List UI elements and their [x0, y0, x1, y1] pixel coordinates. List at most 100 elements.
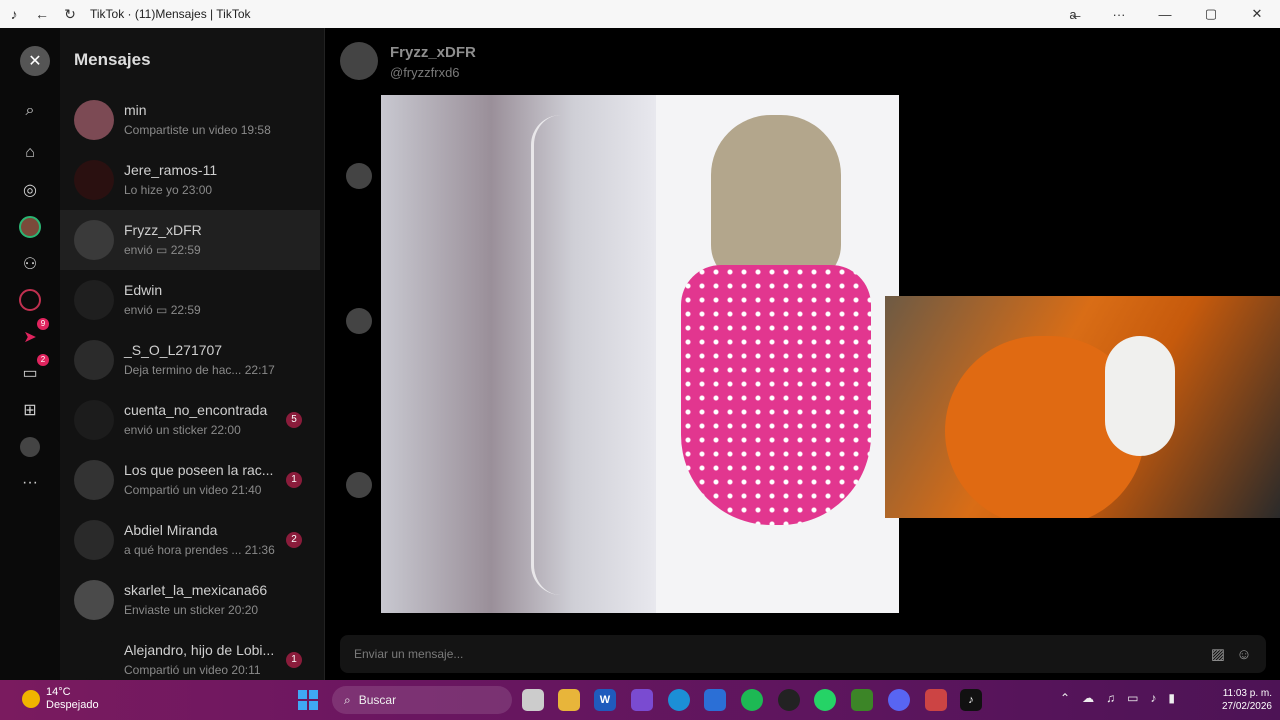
message-input[interactable] [354, 644, 1174, 664]
conversation-preview: Compartió un video 20:11 [124, 663, 261, 677]
conversation-name: _S_O_L271707 [124, 342, 223, 358]
store-icon[interactable] [704, 689, 726, 711]
messages-icon[interactable]: ▭ 2 [15, 354, 49, 388]
conversation-name: cuenta_no_encontrada [124, 402, 268, 418]
start-button[interactable] [298, 690, 318, 710]
avatar [74, 280, 114, 320]
messages-panel: Mensajes min Compartiste un video 19:58 … [60, 28, 325, 680]
browser-app-icon[interactable] [778, 689, 800, 711]
conversation-item[interactable]: Alejandro, hijo de Lobi... Compartió un … [60, 630, 320, 680]
network-icon[interactable]: ▭ [1127, 691, 1138, 705]
weather-status: Despejado [46, 699, 99, 711]
picture-in-picture-video[interactable] [885, 296, 1280, 518]
task-view-icon[interactable] [522, 689, 544, 711]
clock-time: 11:03 p. m. [1222, 688, 1272, 699]
minecraft-icon[interactable] [851, 689, 873, 711]
search-icon: ⌕ [344, 692, 351, 707]
search-icon[interactable]: ⌕ [15, 96, 45, 126]
translate-icon[interactable]: a̶ [1050, 0, 1096, 28]
shared-video[interactable] [381, 95, 899, 613]
conversation-preview: Compartiste un video 19:58 [124, 123, 271, 137]
conversation-preview: envió un sticker 22:00 [124, 423, 241, 437]
more-icon[interactable]: ··· [15, 468, 45, 498]
send-icon: ➤ [23, 329, 37, 346]
conversation-item[interactable]: Edwin envió ▭ 22:59 [60, 270, 320, 330]
more-options-icon[interactable]: ··· [1096, 0, 1142, 28]
image-icon[interactable]: ▨ [1208, 644, 1228, 664]
battery-icon[interactable]: ▮ [1168, 691, 1175, 705]
conversation-preview: envió ▭ 22:59 [124, 243, 201, 257]
conversation-preview: Deja termino de hac... 22:17 [124, 363, 275, 377]
avatar [346, 308, 372, 334]
microphone-icon[interactable]: ♫ [1106, 691, 1115, 705]
tiktok-app: ✕ ⌕ ⌂ ◎ ⚇ ➤ 9 ▭ 2 ⊞ ··· Mensajes min Com… [0, 28, 1280, 680]
explore-icon[interactable]: ◎ [15, 175, 45, 205]
avatar[interactable] [340, 42, 378, 80]
avatar [74, 640, 114, 680]
home-icon[interactable]: ⌂ [15, 138, 45, 168]
window-title: TikTok · (11)Mensajes | TikTok [90, 7, 251, 21]
inbox-icon[interactable]: ➤ 9 [15, 318, 49, 352]
conversation-item[interactable]: min Compartiste un video 19:58 [60, 90, 320, 150]
profile-avatar-icon[interactable] [15, 432, 45, 462]
maximize-button[interactable]: ▢ [1188, 0, 1234, 28]
conversation-item[interactable]: Jere_ramos-11 Lo hize yo 23:00 [60, 150, 320, 210]
pink-dress-image [681, 265, 871, 525]
taskbar-search[interactable]: ⌕ Buscar [332, 686, 512, 714]
edge-icon[interactable] [668, 689, 690, 711]
conversation-item[interactable]: cuenta_no_encontrada envió un sticker 22… [60, 390, 320, 450]
avatar [346, 163, 372, 189]
avatar [74, 460, 114, 500]
temperature: 14°C [46, 686, 71, 698]
conversation-name: Fryzz_xDFR [124, 222, 202, 238]
volume-icon[interactable]: ♪ [1150, 691, 1156, 705]
weather-widget[interactable]: 14°C Despejado [22, 686, 99, 712]
avatar [74, 220, 114, 260]
avatar [74, 520, 114, 560]
conversation-name: Los que poseen la rac... [124, 462, 274, 478]
nav-rail: ✕ ⌕ ⌂ ◎ ⚇ ➤ 9 ▭ 2 ⊞ ··· [0, 28, 60, 680]
close-messages-button[interactable]: ✕ [20, 46, 50, 76]
cloud-icon[interactable]: ☁ [1082, 691, 1094, 705]
whatsapp-icon[interactable] [814, 689, 836, 711]
conversation-name: Edwin [124, 282, 163, 298]
conversation-preview: a qué hora prendes ... 21:36 [124, 543, 275, 557]
conversation-name: Jere_ramos-11 [124, 162, 218, 178]
conversation-name: min [124, 102, 147, 118]
friends-icon[interactable]: ⚇ [15, 249, 45, 279]
tiktok-taskbar-icon[interactable]: ♪ [960, 689, 982, 711]
clock[interactable]: 11:03 p. m. 27/02/2026 [1212, 687, 1272, 713]
chevron-up-icon[interactable]: ⌃ [1060, 691, 1070, 705]
emoji-icon[interactable]: ☺ [1234, 644, 1254, 664]
chat-user-name[interactable]: Fryzz_xDFR [390, 44, 476, 61]
conversation-item[interactable]: skarlet_la_mexicana66 Enviaste un sticke… [60, 570, 320, 630]
unread-badge: 1 [286, 472, 302, 488]
conversation-item-active[interactable]: Fryzz_xDFR envió ▭ 22:59 [60, 210, 320, 270]
activity-icon[interactable] [15, 285, 45, 315]
conversation-item[interactable]: Abdiel Miranda a qué hora prendes ... 21… [60, 510, 320, 570]
discord-icon[interactable] [888, 689, 910, 711]
word-icon[interactable]: W [594, 689, 616, 711]
app-icon[interactable] [925, 689, 947, 711]
unread-badge: 5 [286, 412, 302, 428]
avatar [74, 100, 114, 140]
refresh-icon[interactable]: ↻ [56, 0, 84, 28]
tiktok-logo-icon: ♪ [10, 6, 18, 22]
upload-icon[interactable]: ⊞ [15, 395, 45, 425]
live-avatar-icon[interactable] [15, 212, 45, 242]
minimize-button[interactable]: — [1142, 0, 1188, 28]
messages-badge: 2 [37, 354, 49, 366]
close-window-button[interactable]: ✕ [1234, 0, 1280, 28]
copilot-icon[interactable] [631, 689, 653, 711]
spotify-icon[interactable] [741, 689, 763, 711]
taskbar-search-label: Buscar [358, 693, 397, 707]
conversation-name: skarlet_la_mexicana66 [124, 582, 268, 598]
conversation-item[interactable]: _S_O_L271707 Deja termino de hac... 22:1… [60, 330, 320, 390]
avatar [74, 580, 114, 620]
messages-title: Mensajes [74, 50, 151, 69]
conversation-item[interactable]: Los que poseen la rac... Compartió un vi… [60, 450, 320, 510]
windows-taskbar: 14°C Despejado ⌕ Buscar W ♪ ⌃ ☁ ♫ ▭ ♪ ▮ … [0, 680, 1280, 720]
back-icon[interactable]: ← [28, 0, 56, 28]
decorative-ribbon [531, 115, 591, 595]
file-explorer-icon[interactable] [558, 689, 580, 711]
